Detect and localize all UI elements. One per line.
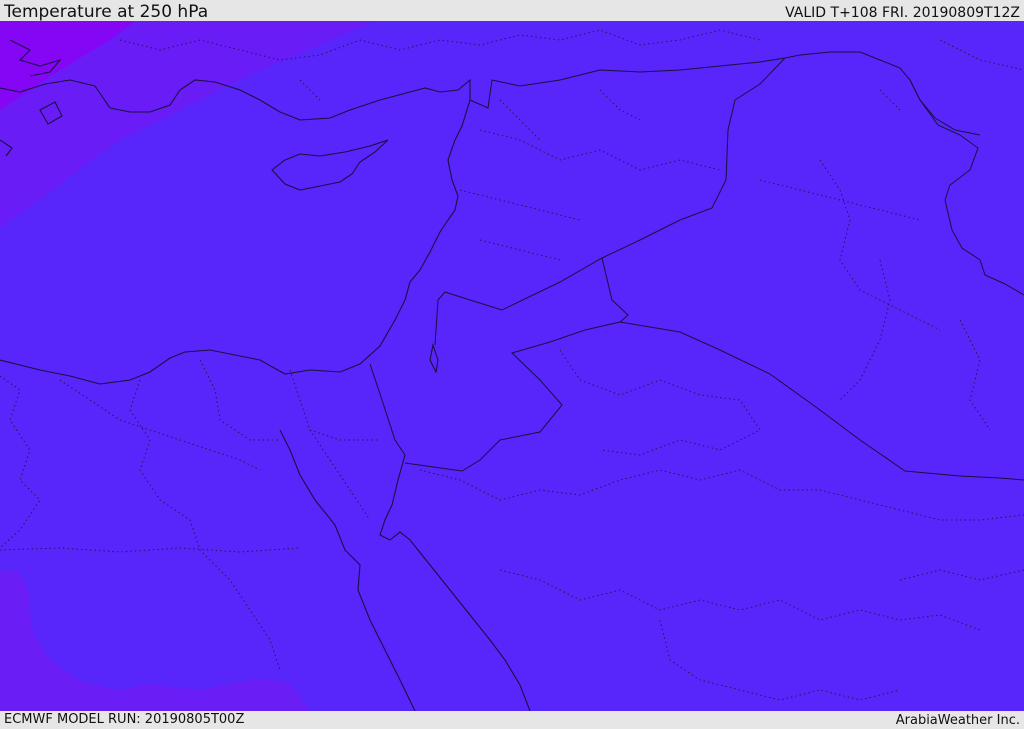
map-canvas bbox=[0, 21, 1024, 711]
valid-time-label: VALID T+108 FRI. 20190809T12Z bbox=[785, 5, 1020, 21]
temperature-field bbox=[0, 21, 1024, 711]
model-run-label: ECMWF MODEL RUN: 20190805T00Z bbox=[4, 712, 245, 727]
map-title: Temperature at 250 hPa bbox=[4, 2, 209, 22]
footer-bar: ECMWF MODEL RUN: 20190805T00Z ArabiaWeat… bbox=[0, 711, 1024, 729]
credit-label: ArabiaWeather Inc. bbox=[895, 713, 1020, 728]
temperature-map[interactable] bbox=[0, 21, 1024, 711]
header-bar: Temperature at 250 hPa VALID T+108 FRI. … bbox=[0, 0, 1024, 21]
